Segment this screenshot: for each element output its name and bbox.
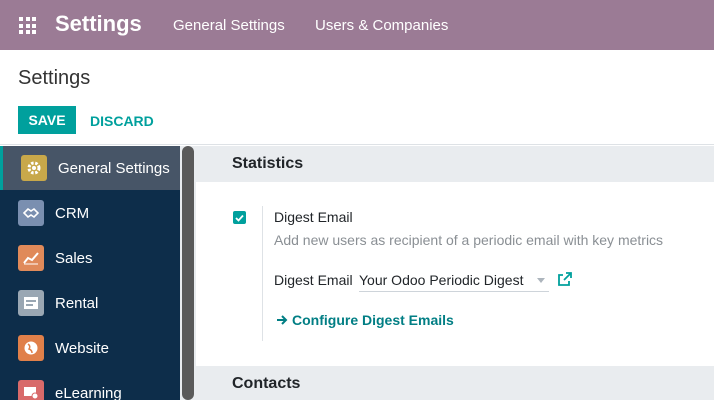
sidebar-item-label: CRM xyxy=(55,204,90,222)
globe-icon xyxy=(18,335,44,361)
digest-select[interactable]: Your Odoo Periodic Digest xyxy=(359,270,549,292)
section-statistics: Statistics xyxy=(196,146,714,182)
app-brand[interactable]: Settings xyxy=(55,11,142,37)
sidebar-item-label: Rental xyxy=(55,294,99,312)
sidebar-item-label: Sales xyxy=(55,249,93,267)
setting-description: Add new users as recipient of a periodic… xyxy=(274,232,664,248)
chevron-down-icon[interactable] xyxy=(537,278,545,283)
sidebar-item-crm[interactable]: CRM xyxy=(0,191,180,235)
section-contacts: Contacts xyxy=(196,366,714,400)
setting-divider xyxy=(262,206,263,341)
sidebar-item-rental[interactable]: Rental xyxy=(0,281,180,325)
sidebar-item-elearning[interactable]: eLearning xyxy=(0,371,180,400)
arrow-right-icon xyxy=(277,315,288,325)
sidebar-item-website[interactable]: Website xyxy=(0,326,180,370)
control-panel: Settings SAVE DISCARD xyxy=(0,50,714,145)
sidebar-item-label: General Settings xyxy=(58,159,170,177)
checkmark-icon xyxy=(235,214,244,222)
save-button[interactable]: SAVE xyxy=(18,106,76,134)
sidebar-item-general-settings[interactable]: General Settings xyxy=(0,146,180,190)
sidebar-item-sales[interactable]: Sales xyxy=(0,236,180,280)
menu-general-settings[interactable]: General Settings xyxy=(173,17,285,34)
scrollbar-thumb[interactable] xyxy=(182,146,194,400)
sidebar-scrollbar[interactable] xyxy=(180,146,196,400)
page-title: Settings xyxy=(18,67,91,89)
digest-select-value: Your Odoo Periodic Digest xyxy=(359,272,524,288)
top-navbar: Settings General Settings Users & Compan… xyxy=(0,0,714,50)
settings-sidebar: General Settings CRM Sales Rental Websit… xyxy=(0,146,190,400)
setting-title: Digest Email xyxy=(274,209,353,225)
chart-icon xyxy=(18,245,44,271)
configure-digest-emails-link[interactable]: Configure Digest Emails xyxy=(276,312,454,328)
rental-icon xyxy=(18,290,44,316)
settings-main: Statistics Digest Email Add new users as… xyxy=(196,146,714,400)
menu-users-companies[interactable]: Users & Companies xyxy=(315,17,448,34)
handshake-icon xyxy=(18,200,44,226)
elearning-icon xyxy=(18,380,44,400)
external-link-icon[interactable] xyxy=(557,271,573,287)
digest-field-label: Digest Email xyxy=(274,272,353,288)
apps-grid-icon[interactable] xyxy=(19,17,36,34)
digest-email-checkbox[interactable] xyxy=(233,211,246,224)
discard-button[interactable]: DISCARD xyxy=(90,113,154,129)
sidebar-item-label: eLearning xyxy=(55,384,122,400)
gear-icon xyxy=(21,155,47,181)
configure-link-label: Configure Digest Emails xyxy=(292,312,454,328)
sidebar-item-label: Website xyxy=(55,339,109,357)
